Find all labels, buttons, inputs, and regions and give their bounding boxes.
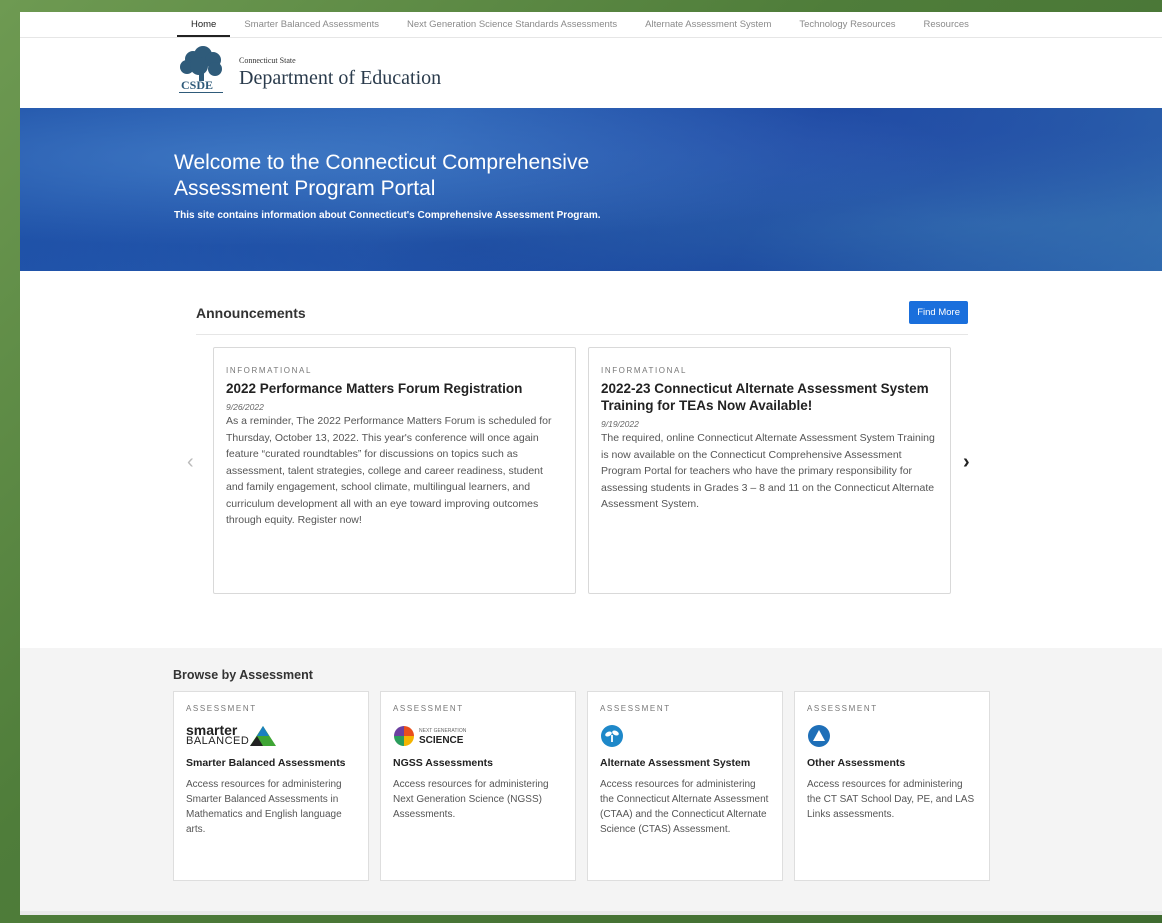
nav-alternate[interactable]: Alternate Assessment System [631,19,785,37]
hero-banner: Welcome to the Connecticut Comprehensive… [20,108,1162,271]
nav-home[interactable]: Home [177,19,231,37]
alternate-logo [600,719,770,753]
announcement-category: INFORMATIONAL [601,366,687,375]
announcement-title[interactable]: 2022 Performance Matters Forum Registrat… [226,380,563,397]
triangle-logo-icon [250,726,277,746]
assessment-title[interactable]: Alternate Assessment System [600,757,770,769]
assessment-card-ngss[interactable]: ASSESSMENT NEXT GENERATION SCIENCE NGSS A… [380,691,576,881]
ngss-pie-icon [394,726,414,746]
chevron-left-icon[interactable]: ‹ [187,451,194,474]
assessment-title[interactable]: Other Assessments [807,757,977,769]
assessment-card-smarter-balanced[interactable]: ASSESSMENT smarter BALANCED Smarter Bala… [173,691,369,881]
assessment-category: ASSESSMENT [600,704,671,713]
assessment-desc: Access resources for administering the C… [807,779,975,820]
find-more-button[interactable]: Find More [909,301,968,324]
other-logo [807,719,977,753]
nav-technology[interactable]: Technology Resources [785,19,909,37]
browse-heading: Browse by Assessment [173,668,313,682]
smarter-balanced-logo-mark: smarter BALANCED [186,723,277,747]
announcements-header: Announcements Find More [196,301,968,335]
announcements-section: Announcements Find More ‹ INFORMATIONAL … [20,271,1162,641]
announcement-card[interactable]: INFORMATIONAL 2022-23 Connecticut Altern… [588,347,951,594]
assessment-category: ASSESSMENT [186,704,257,713]
announcement-category: INFORMATIONAL [226,366,312,375]
announcement-title[interactable]: 2022-23 Connecticut Alternate Assessment… [601,380,938,414]
logo-balanced-word: BALANCED [186,735,250,747]
ngss-logo: NEXT GENERATION SCIENCE [393,719,563,753]
browse-section: Browse by Assessment ASSESSMENT smarter … [20,648,1162,915]
assessment-title[interactable]: Smarter Balanced Assessments [186,757,356,769]
announcement-body: As a reminder, The 2022 Performance Matt… [226,415,552,526]
triangle-circle-icon [808,725,830,747]
announcement-date: 9/26/2022 [226,402,264,412]
csde-logo[interactable]: CSDE [173,45,229,101]
top-nav: Home Smarter Balanced Assessments Next G… [20,12,1162,38]
assessment-desc: Access resources for administering the C… [600,779,769,835]
state-label: Connecticut State [239,56,296,65]
ngss-logo-text: NEXT GENERATION SCIENCE [419,726,466,746]
announcements-heading: Announcements [196,304,306,321]
hero-subtitle: This site contains information about Con… [174,210,601,221]
header-titles: Connecticut State Department of Educatio… [239,56,441,90]
assessment-category: ASSESSMENT [807,704,878,713]
smarter-balanced-logo: smarter BALANCED [186,719,356,753]
department-name[interactable]: Department of Education [239,67,441,90]
announcement-body: The required, online Connecticut Alterna… [601,432,935,510]
nav-smarter-balanced[interactable]: Smarter Balanced Assessments [230,19,393,37]
nav-ngss[interactable]: Next Generation Science Standards Assess… [393,19,631,37]
assessment-card-alternate[interactable]: ASSESSMENT Alternate Assessment System A… [587,691,783,881]
ngss-logo-word: SCIENCE [419,735,464,746]
assessment-desc: Access resources for administering Smart… [186,779,342,835]
hero-title: Welcome to the Connecticut Comprehensive… [174,151,590,200]
footer-divider [20,911,1162,915]
assessment-desc: Access resources for administering Next … [393,779,549,820]
announcement-card[interactable]: INFORMATIONAL 2022 Performance Matters F… [213,347,576,594]
assessment-title[interactable]: NGSS Assessments [393,757,563,769]
chevron-right-icon[interactable]: › [963,451,970,474]
assessment-cards: ASSESSMENT smarter BALANCED Smarter Bala… [173,691,990,881]
assessment-category: ASSESSMENT [393,704,464,713]
logo-text: CSDE [181,78,214,92]
logo-rule [179,92,223,93]
announcement-date: 9/19/2022 [601,419,639,429]
nav-resources[interactable]: Resources [909,19,982,37]
page-frame: Home Smarter Balanced Assessments Next G… [20,12,1162,915]
site-header: CSDE Connecticut State Department of Edu… [20,38,1162,108]
smarter-balanced-logo-text: smarter BALANCED [186,723,250,747]
sprout-icon [601,725,623,747]
assessment-card-other[interactable]: ASSESSMENT Other Assessments Access reso… [794,691,990,881]
announcement-carousel: INFORMATIONAL 2022 Performance Matters F… [213,347,951,594]
